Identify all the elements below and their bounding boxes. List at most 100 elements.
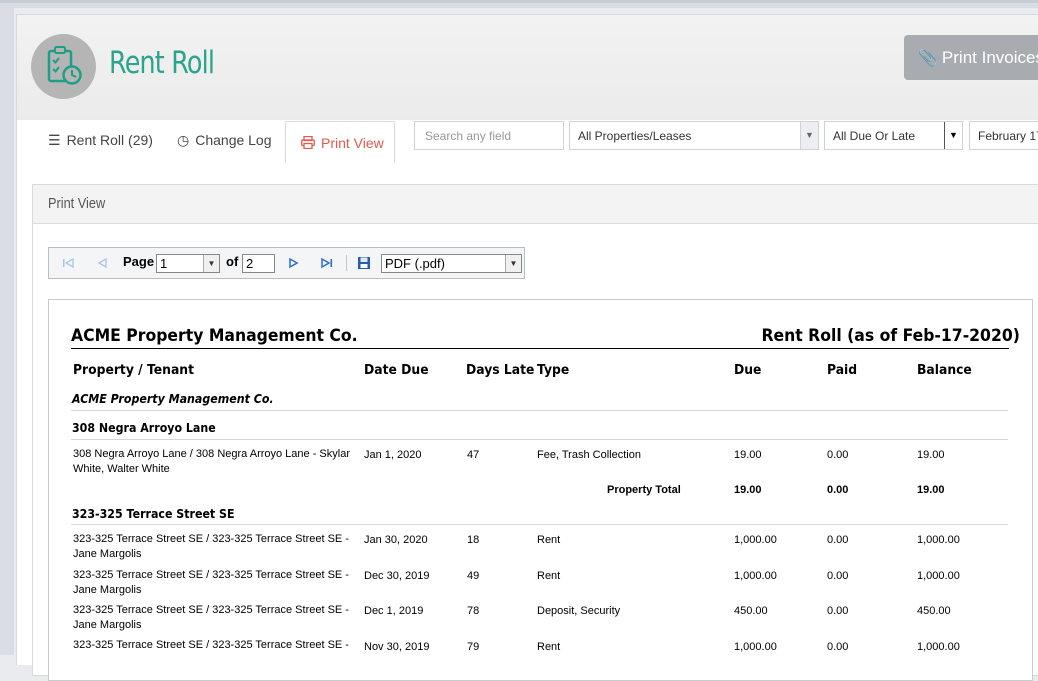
date-due-cell: Dec 30, 2019	[364, 570, 430, 582]
due-cell: 450.00	[734, 605, 768, 617]
save-icon[interactable]	[357, 256, 371, 270]
print-view-panel: Print View Page 1 ▼ of 2 PDF (.pdf) ▼ AC…	[32, 184, 1038, 681]
chevron-down-icon: ▼	[800, 122, 818, 149]
report-title: Rent Roll (as of Feb-17-2020)	[761, 326, 1020, 346]
column-header: Paid	[827, 363, 858, 378]
page-header: Rent Roll 📎 Print Invoices	[17, 15, 1038, 120]
print-invoices-label: Print Invoices	[941, 48, 1038, 67]
toolbar-divider	[346, 255, 347, 271]
printer-icon	[301, 136, 315, 149]
days-late-cell: 47	[467, 449, 480, 461]
tab-label: Change Log	[195, 132, 272, 148]
date-due-cell: Jan 1, 2020	[364, 449, 422, 461]
type-cell: Fee, Trash Collection	[537, 449, 641, 461]
days-late-cell: 78	[467, 605, 480, 617]
type-cell: Rent	[537, 641, 561, 653]
column-header: Due	[734, 363, 762, 378]
property-header: 308 Negra Arroyo Lane	[72, 421, 216, 435]
clipboard-clock-icon	[47, 46, 82, 85]
chevron-down-icon: ▼	[944, 122, 962, 149]
tab-label: Rent Roll (29)	[66, 132, 153, 148]
due-status-select[interactable]: All Due Or Late ▼	[824, 121, 963, 150]
list-icon: ☰	[48, 132, 61, 148]
date-due-cell: Jan 30, 2020	[364, 534, 428, 546]
balance-cell: 1,000.00	[917, 570, 960, 582]
clock-icon: ◷	[177, 132, 190, 148]
paid-cell: 0.00	[827, 570, 849, 582]
divider	[71, 524, 1008, 525]
column-header: Type	[537, 363, 570, 378]
column-header: Date Due	[364, 363, 429, 378]
tenant-cell: 323-325 Terrace Street SE / 323-325 Terr…	[73, 533, 349, 560]
tab-label: Print View	[321, 135, 384, 151]
date-value: February 17, 2020	[978, 129, 1038, 143]
days-late-cell: 79	[467, 641, 480, 653]
group-header: ACME Property Management Co.	[72, 392, 274, 406]
balance-cell: 19.00	[917, 449, 945, 461]
type-cell: Rent	[537, 534, 561, 546]
type-cell: Deposit, Security	[537, 605, 621, 617]
total-pages: 2	[242, 254, 275, 273]
report-title-rule	[71, 348, 1009, 349]
first-page-icon[interactable]	[61, 256, 75, 270]
due-cell: 1,000.00	[734, 534, 777, 546]
chevron-down-icon: ▼	[203, 255, 219, 272]
search-input[interactable]: Search any field	[414, 121, 564, 150]
tenant-cell: 308 Negra Arroyo Lane / 308 Negra Arroyo…	[73, 448, 350, 475]
properties-select[interactable]: All Properties/Leases ▼	[569, 121, 819, 150]
export-format-select[interactable]: PDF (.pdf) ▼	[381, 254, 522, 273]
of-label: of	[226, 254, 239, 269]
browser-top-strip	[0, 0, 1038, 8]
last-page-icon[interactable]	[320, 256, 334, 270]
tenant-cell: 323-325 Terrace Street SE / 323-325 Terr…	[73, 604, 349, 631]
property-total-label: Property Total	[607, 484, 681, 496]
page-number: 1	[160, 256, 168, 271]
divider	[71, 410, 1008, 411]
paid-cell: 0.00	[827, 605, 849, 617]
tab-rent-roll[interactable]: ☰ Rent Roll (29)	[48, 132, 153, 158]
panel-header: Print View	[33, 185, 1038, 224]
left-gutter	[0, 8, 14, 655]
chevron-down-icon: ▼	[505, 255, 521, 272]
date-due-cell: Dec 1, 2019	[364, 605, 424, 617]
properties-select-value: All Properties/Leases	[578, 129, 692, 143]
page-label: Page	[123, 254, 155, 269]
divider	[71, 439, 1008, 440]
date-picker[interactable]: February 17, 2020	[969, 121, 1038, 150]
logo	[31, 34, 96, 99]
report-page: ACME Property Management Co. Rent Roll (…	[48, 299, 1033, 681]
total-paid-cell: 0.00	[827, 484, 849, 496]
tenant-cell: 323-325 Terrace Street SE / 323-325 Terr…	[73, 639, 349, 651]
property-header: 323-325 Terrace Street SE	[72, 507, 235, 521]
export-format-value: PDF (.pdf)	[385, 256, 445, 271]
column-header: Property / Tenant	[73, 363, 194, 378]
due-cell: 1,000.00	[734, 570, 777, 582]
previous-page-icon[interactable]	[95, 256, 109, 270]
tab-change-log[interactable]: ◷ Change Log	[177, 132, 272, 158]
next-page-icon[interactable]	[287, 256, 301, 270]
paid-cell: 0.00	[827, 449, 849, 461]
report-viewer-toolbar: Page 1 ▼ of 2 PDF (.pdf) ▼	[48, 247, 525, 279]
paid-cell: 0.00	[827, 534, 849, 546]
date-due-cell: Nov 30, 2019	[364, 641, 430, 653]
balance-cell: 1,000.00	[917, 641, 960, 653]
page-title: Rent Roll	[109, 45, 215, 81]
top-line	[0, 0, 1038, 3]
days-late-cell: 49	[467, 570, 480, 582]
total-due-cell: 19.00	[734, 484, 762, 496]
report-company: ACME Property Management Co.	[71, 326, 358, 346]
main-card: Rent Roll 📎 Print Invoices ☰ Rent Roll (29…	[16, 14, 1038, 681]
tenant-cell: 323-325 Terrace Street SE / 323-325 Terr…	[73, 569, 349, 596]
page-select[interactable]: 1 ▼	[156, 254, 220, 273]
type-cell: Rent	[537, 570, 561, 582]
paperclip-icon: 📎	[918, 50, 938, 67]
print-invoices-button[interactable]: 📎 Print Invoices	[904, 35, 1038, 80]
days-late-cell: 18	[467, 534, 480, 546]
panel-title: Print View	[48, 195, 106, 212]
balance-cell: 450.00	[917, 605, 951, 617]
total-balance-cell: 19.00	[917, 484, 945, 496]
due-status-select-value: All Due Or Late	[833, 129, 916, 143]
column-header: Balance	[917, 363, 972, 378]
column-header: Days Late	[466, 363, 535, 378]
tab-print-view[interactable]: Print View	[285, 121, 395, 162]
